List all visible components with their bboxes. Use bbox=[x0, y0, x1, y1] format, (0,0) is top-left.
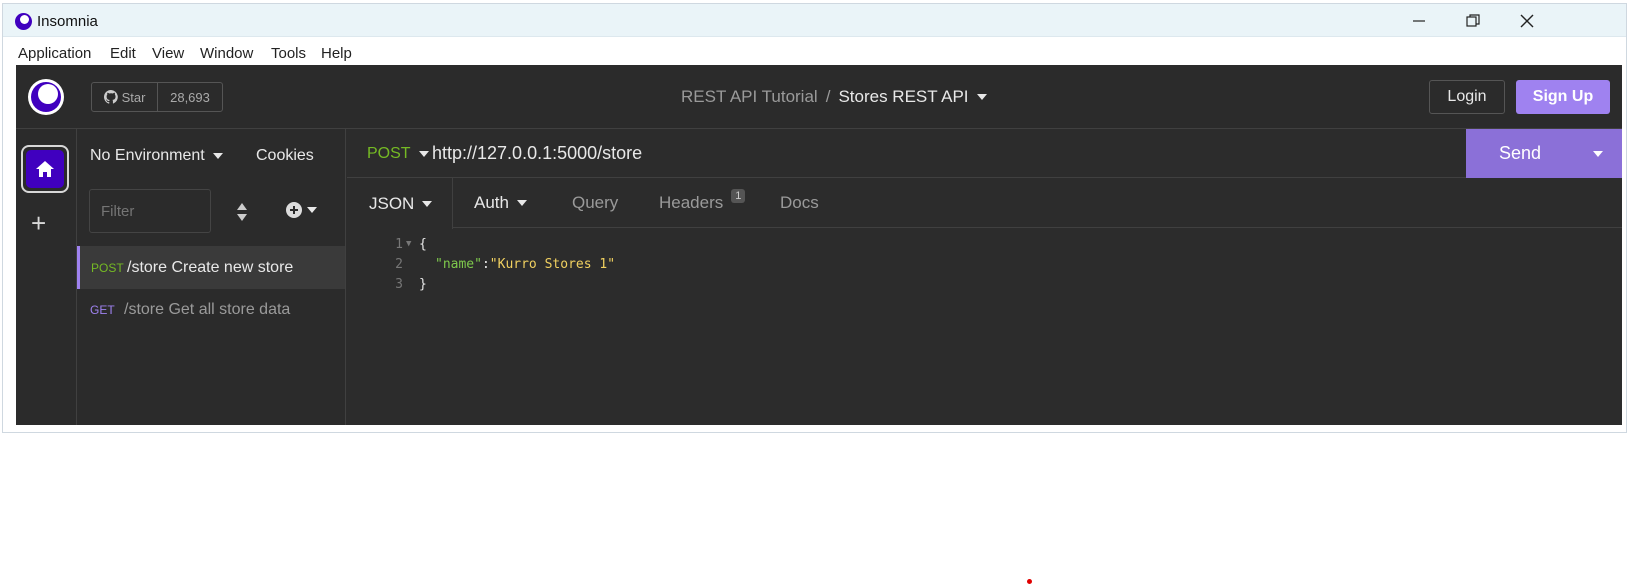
breadcrumb: REST API Tutorial / Stores REST API bbox=[681, 87, 987, 107]
tab-query[interactable]: Query bbox=[572, 178, 618, 228]
method-label: POST bbox=[367, 145, 411, 162]
header: Star 28,693 REST API Tutorial / Stores R… bbox=[16, 65, 1622, 129]
star-count: 28,693 bbox=[170, 89, 210, 105]
menu-help[interactable]: Help bbox=[321, 45, 352, 62]
sort-icon[interactable] bbox=[234, 201, 250, 223]
chevron-down-icon[interactable] bbox=[976, 94, 987, 100]
send-button[interactable]: Send bbox=[1466, 129, 1574, 178]
github-icon bbox=[103, 90, 118, 104]
window-title: Insomnia bbox=[37, 13, 98, 30]
tab-label: Headers bbox=[659, 193, 724, 212]
minimize-icon bbox=[1413, 19, 1425, 22]
cookies-button[interactable]: Cookies bbox=[256, 147, 314, 165]
restore-button[interactable] bbox=[1446, 4, 1500, 37]
environment-selector[interactable]: No Environment bbox=[90, 147, 223, 165]
tab-label: Docs bbox=[780, 193, 819, 212]
request-item[interactable]: POST /store Create new store bbox=[77, 246, 345, 289]
github-star-button[interactable]: Star 28,693 bbox=[91, 82, 223, 112]
left-rail: + bbox=[16, 129, 77, 425]
code-text: "name":"Kurro Stores 1" bbox=[419, 257, 615, 272]
request-pane: POST http://127.0.0.1:5000/store Send JS… bbox=[347, 129, 1622, 425]
tab-headers[interactable]: Headers 1 bbox=[659, 178, 746, 228]
chevron-down-icon bbox=[516, 200, 527, 206]
code-line: 1 ▼ { bbox=[347, 234, 427, 254]
request-tabs: JSON Auth Query Headers 1 Docs bbox=[347, 178, 1622, 229]
sign-up-button[interactable]: Sign Up bbox=[1516, 80, 1610, 114]
breadcrumb-current[interactable]: Stores REST API bbox=[838, 87, 968, 107]
insomnia-app: Star 28,693 REST API Tutorial / Stores R… bbox=[16, 65, 1622, 425]
code-line: 3 } bbox=[347, 274, 427, 294]
chevron-down-icon bbox=[307, 207, 317, 213]
tab-auth[interactable]: Auth bbox=[474, 178, 527, 228]
home-button-inner bbox=[26, 150, 64, 188]
menu-view[interactable]: View bbox=[152, 45, 184, 62]
chevron-down-icon bbox=[418, 151, 429, 157]
breadcrumb-project[interactable]: REST API Tutorial bbox=[681, 87, 818, 107]
request-method: GET bbox=[90, 302, 115, 317]
tab-label: Query bbox=[572, 193, 619, 212]
fold-icon[interactable]: ▼ bbox=[403, 239, 419, 249]
close-icon bbox=[1520, 14, 1534, 27]
plus-circle-icon bbox=[286, 202, 302, 218]
add-request-menu[interactable] bbox=[286, 202, 317, 218]
code-text: } bbox=[419, 276, 427, 292]
json-value: "Kurro Stores 1" bbox=[489, 256, 616, 272]
tab-docs[interactable]: Docs bbox=[780, 178, 819, 228]
minimize-button[interactable] bbox=[1392, 4, 1446, 37]
method-selector[interactable]: POST bbox=[367, 145, 429, 163]
tab-json[interactable]: JSON bbox=[347, 178, 453, 229]
close-button[interactable] bbox=[1500, 4, 1554, 37]
line-number: 2 bbox=[395, 256, 403, 272]
home-button[interactable] bbox=[21, 145, 69, 193]
insomnia-logo-icon bbox=[15, 13, 32, 30]
request-label: /store Create new store bbox=[127, 258, 294, 276]
star-label-group: Star bbox=[92, 83, 158, 111]
sidebar: No Environment Cookies POST /store Creat… bbox=[77, 129, 346, 425]
request-item[interactable]: GET /store Get all store data bbox=[77, 288, 345, 331]
code-line: 2 "name":"Kurro Stores 1" bbox=[347, 254, 615, 274]
star-label: Star bbox=[121, 89, 146, 105]
tab-label: Auth bbox=[474, 193, 509, 212]
cursor-indicator bbox=[1027, 579, 1032, 584]
restore-icon bbox=[1466, 13, 1480, 27]
chevron-down-icon bbox=[212, 153, 223, 159]
header-count-badge: 1 bbox=[731, 189, 746, 203]
request-label: /store Get all store data bbox=[124, 300, 291, 318]
tab-label: JSON bbox=[369, 193, 415, 213]
login-button[interactable]: Login bbox=[1429, 80, 1505, 114]
line-number: 3 bbox=[395, 276, 403, 292]
filter-input[interactable] bbox=[89, 189, 211, 233]
json-key: "name" bbox=[435, 256, 482, 272]
environment-label: No Environment bbox=[90, 147, 205, 164]
menu-tools[interactable]: Tools bbox=[271, 45, 306, 62]
line-number: 1 bbox=[395, 236, 403, 252]
breadcrumb-separator: / bbox=[825, 87, 831, 106]
title-bar: Insomnia bbox=[3, 4, 1626, 37]
request-method: POST bbox=[91, 260, 124, 275]
url-input[interactable]: http://127.0.0.1:5000/store bbox=[432, 143, 642, 164]
app-window: Insomnia Application Edit View Window To… bbox=[2, 3, 1627, 433]
menu-edit[interactable]: Edit bbox=[110, 45, 136, 62]
json-separator: : bbox=[481, 256, 490, 272]
menu-application[interactable]: Application bbox=[18, 45, 91, 62]
menu-bar: Application Edit View Window Tools Help bbox=[3, 38, 1626, 66]
send-options-button[interactable] bbox=[1574, 129, 1622, 178]
url-bar: POST http://127.0.0.1:5000/store Send bbox=[347, 129, 1622, 178]
home-icon bbox=[36, 161, 54, 177]
json-body-editor[interactable]: 1 ▼ { 2 "name":"Kurro Stores 1" 3 } bbox=[347, 229, 1622, 425]
menu-window[interactable]: Window bbox=[200, 45, 253, 62]
add-icon[interactable]: + bbox=[31, 208, 46, 239]
code-text: { bbox=[419, 236, 427, 252]
insomnia-logo-icon[interactable] bbox=[28, 79, 64, 115]
chevron-down-icon bbox=[422, 200, 433, 207]
chevron-down-icon bbox=[1593, 150, 1603, 157]
